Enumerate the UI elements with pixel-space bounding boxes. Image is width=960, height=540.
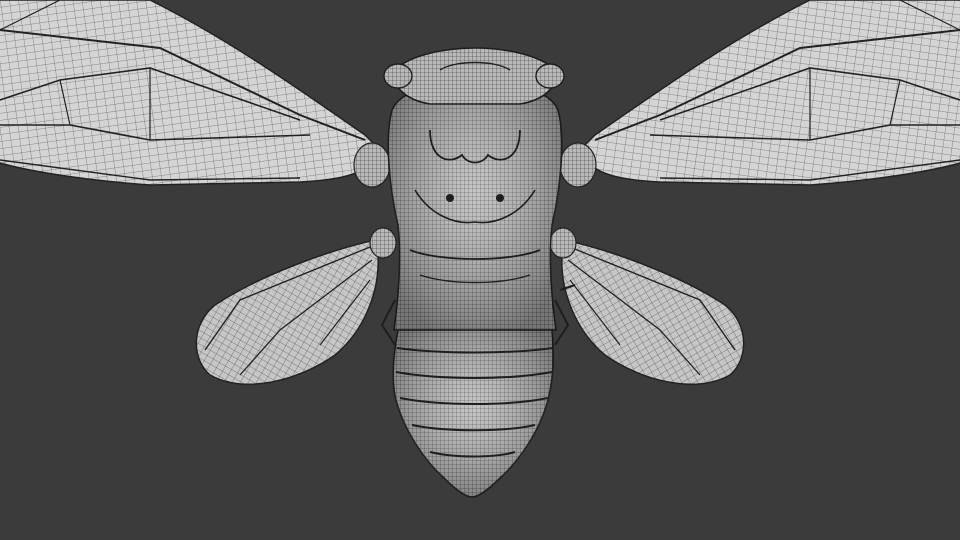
3d-viewport[interactable] [0,0,960,540]
right-forewing [579,0,960,186]
left-forewing [0,0,381,186]
abdomen [392,329,554,498]
thorax [387,79,563,331]
cicada-wireframe-model [0,0,960,498]
right-hindwing [561,239,745,386]
left-hindwing [195,239,379,386]
right-eye [535,63,565,89]
left-eye [383,63,413,89]
head [383,47,565,105]
